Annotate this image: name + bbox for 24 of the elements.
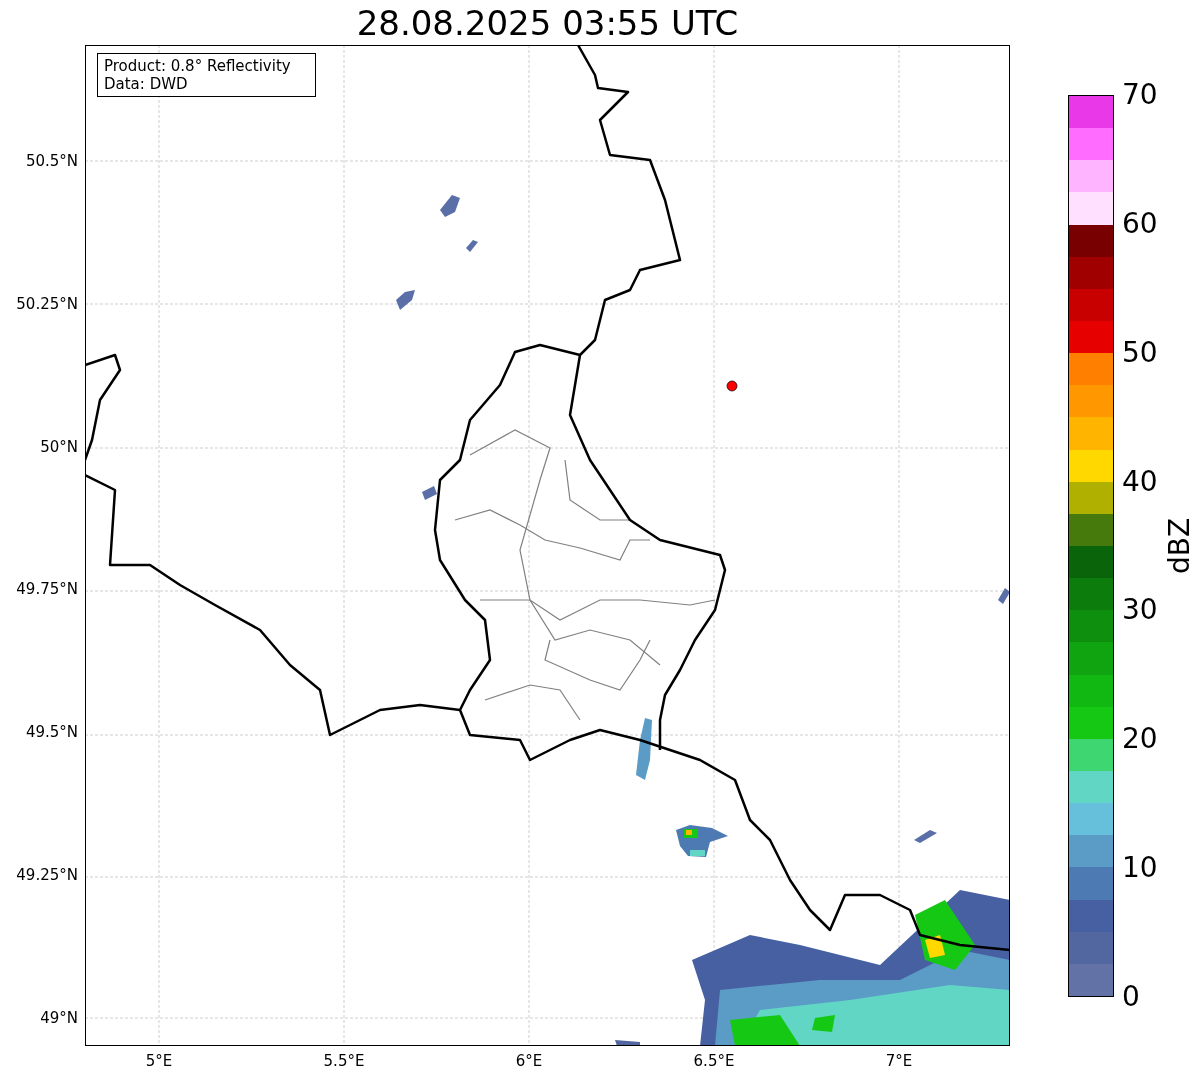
colorbar-tick-label: 70	[1122, 79, 1158, 111]
latitude-label: 49.5°N	[24, 723, 78, 742]
longitude-label: 5.5°E	[322, 1052, 366, 1070]
colorbar-tick-label: 60	[1122, 207, 1158, 240]
latitude-label: 50.25°N	[15, 294, 78, 313]
info-text: Product: 0.8° Reflectivity	[104, 57, 292, 75]
longitude-label: 5°E	[144, 1052, 174, 1070]
latitude-label: 49.75°N	[15, 580, 78, 599]
latitude-label: 50.5°N	[24, 152, 78, 170]
chart-title: 28.08.2025 03:55 UTC	[355, 3, 740, 43]
colorbar-tick-label: 20	[1122, 723, 1158, 756]
info-text: Data: DWD	[104, 75, 189, 93]
latitude-label: 50°N	[39, 437, 78, 456]
colorbar-tick-label: 30	[1122, 594, 1158, 627]
latitude-label: 49°N	[39, 1008, 78, 1027]
longitude-label: 7°E	[884, 1052, 914, 1070]
colorbar-tick-label: 50	[1122, 336, 1158, 369]
longitude-label: 6.5°E	[692, 1052, 736, 1070]
colorbar-tick-label: 40	[1122, 465, 1158, 498]
colorbar-tick-label: 0	[1122, 981, 1140, 1013]
latitude-label: 49.25°N	[15, 866, 78, 884]
colorbar-tick-label: 10	[1122, 852, 1158, 885]
colorbar-label: dBZ	[1164, 516, 1196, 577]
longitude-label: 6°E	[514, 1052, 544, 1070]
